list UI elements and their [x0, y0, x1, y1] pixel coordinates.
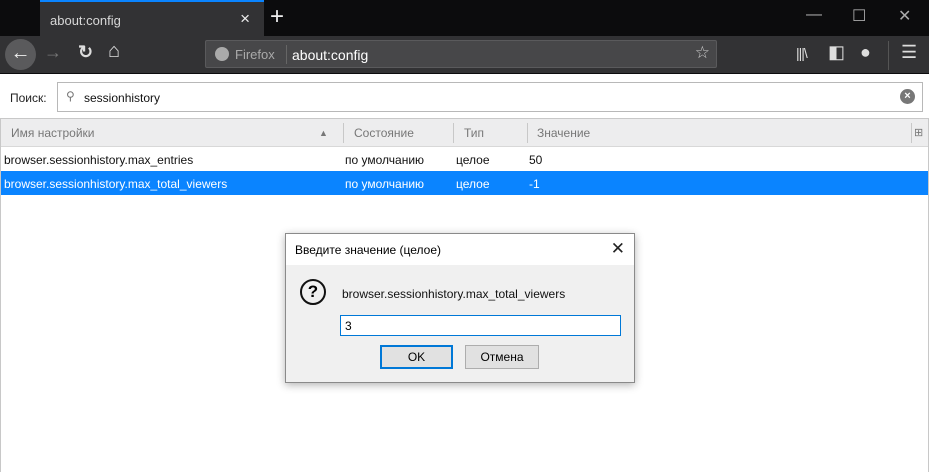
divider — [888, 41, 889, 70]
dialog-close-icon[interactable]: ✕ — [611, 239, 625, 259]
window-close-button[interactable]: ✕ — [898, 6, 911, 26]
pref-value: 50 — [529, 153, 543, 167]
pref-name: browser.sessionhistory.max_entries — [4, 153, 194, 167]
tab-close-icon[interactable]: × — [240, 9, 250, 29]
table-row-selected[interactable]: browser.sessionhistory.max_total_viewers… — [1, 171, 928, 195]
home-button[interactable]: ⌂ — [108, 40, 120, 63]
search-icon: ⚲ — [66, 89, 75, 103]
ok-button[interactable]: OK — [380, 345, 453, 369]
url-bar[interactable]: Firefox about:config ☆ — [205, 40, 717, 68]
search-input[interactable]: ⚲ sessionhistory × — [57, 82, 923, 112]
account-icon[interactable]: ● — [860, 42, 871, 63]
column-header-state[interactable]: Состояние — [354, 126, 414, 140]
forward-button[interactable]: → — [44, 42, 62, 63]
reload-button[interactable]: ↻ — [78, 42, 93, 63]
tab-about-config[interactable]: about:config × — [40, 0, 264, 36]
url-text[interactable]: about:config — [292, 47, 368, 63]
pref-value: -1 — [529, 177, 540, 191]
pref-state: по умолчанию — [345, 153, 425, 167]
pref-type: целое — [456, 153, 490, 167]
menu-icon[interactable]: ☰ — [901, 42, 917, 63]
library-icon[interactable]: |||\ — [796, 45, 808, 61]
minimize-button[interactable]: — — [806, 6, 822, 24]
new-tab-button[interactable]: + — [270, 3, 284, 31]
dialog-message: browser.sessionhistory.max_total_viewers — [342, 287, 566, 301]
sort-ascending-icon: ▲ — [319, 128, 328, 138]
firefox-icon — [215, 47, 229, 61]
column-picker-icon[interactable]: ⊞ — [914, 126, 923, 139]
column-header-name[interactable]: Имя настройки — [11, 126, 95, 140]
pref-type: целое — [456, 177, 490, 191]
divider — [286, 45, 287, 64]
pref-name: browser.sessionhistory.max_total_viewers — [4, 177, 228, 191]
enter-value-dialog: Введите значение (целое) ✕ ? browser.ses… — [285, 233, 635, 383]
cancel-button[interactable]: Отмена — [465, 345, 539, 369]
back-button[interactable]: ← — [5, 39, 36, 70]
bookmark-star-icon[interactable]: ☆ — [695, 43, 710, 63]
column-header-value[interactable]: Значение — [537, 126, 590, 140]
dialog-titlebar: Введите значение (целое) ✕ — [286, 234, 634, 265]
pref-state: по умолчанию — [345, 177, 425, 191]
dialog-title: Введите значение (целое) — [295, 243, 442, 257]
tab-title: about:config — [50, 13, 121, 28]
sidebar-icon[interactable]: ◧ — [828, 42, 845, 63]
value-input[interactable]: 3 — [340, 315, 621, 336]
search-value: sessionhistory — [84, 91, 161, 105]
column-header-type[interactable]: Тип — [464, 126, 484, 140]
clear-search-icon[interactable]: × — [900, 89, 915, 104]
table-row[interactable]: browser.sessionhistory.max_entries по ум… — [1, 147, 928, 171]
table-header: Имя настройки ▲ Состояние Тип Значение ⊞ — [1, 119, 928, 147]
question-icon: ? — [300, 279, 326, 305]
identity-label: Firefox — [235, 47, 275, 62]
maximize-button[interactable]: ☐ — [852, 6, 866, 26]
search-label: Поиск: — [10, 91, 47, 105]
